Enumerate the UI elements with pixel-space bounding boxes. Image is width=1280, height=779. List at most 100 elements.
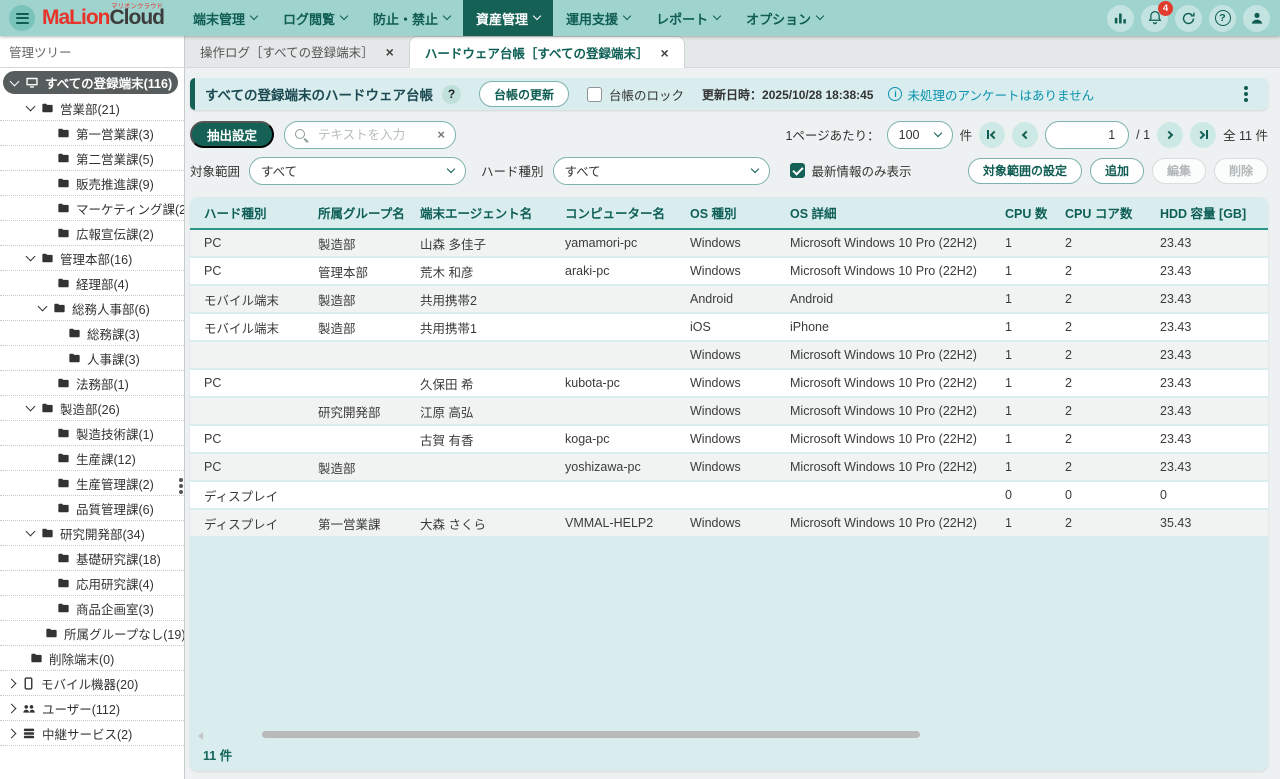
next-page-button[interactable] (1157, 122, 1183, 148)
nav-item[interactable]: ログ閲覧 (270, 0, 360, 36)
table-row[interactable]: PC 久保田 希 kubota-pc Windows Microsoft Win… (190, 369, 1268, 397)
survey-notice-link[interactable]: 未処理のアンケートはありません (888, 85, 1094, 104)
panel-resize-handle[interactable] (179, 484, 183, 488)
table-row[interactable]: ディスプレイ 0 0 0 (190, 481, 1268, 509)
tree-item[interactable]: 中継サービス(2) (0, 721, 184, 746)
tree-item[interactable]: 生産管理課(2) (0, 471, 184, 496)
tree-chevron-icon[interactable] (26, 527, 36, 537)
help-button[interactable] (1209, 5, 1236, 32)
tree-chevron-icon[interactable] (26, 102, 36, 112)
tree-item[interactable]: 広報宣伝課(2) (0, 221, 184, 246)
page-number-input[interactable] (1045, 121, 1129, 149)
tree-item[interactable]: 生産課(12) (0, 446, 184, 471)
tree-item-label: 中継サービス(2) (42, 724, 132, 743)
table-row[interactable]: PC 製造部 yoshizawa-pc Windows Microsoft Wi… (190, 453, 1268, 481)
tree-item[interactable]: 所属グループなし(19) (0, 621, 184, 646)
refresh-button[interactable] (1175, 5, 1202, 32)
nav-item[interactable]: レポート (643, 0, 733, 36)
last-page-button[interactable] (1190, 122, 1216, 148)
tree-chevron-icon[interactable] (26, 252, 36, 262)
tree-item[interactable]: 研究開発部(34) (0, 521, 184, 546)
search-input[interactable] (316, 127, 430, 143)
account-button[interactable] (1243, 5, 1270, 32)
column-header-hdd: HDD 容量 [GB] (1160, 197, 1268, 229)
tree-item[interactable]: 製造部(26) (0, 396, 184, 421)
tree-item[interactable]: 総務課(3) (0, 321, 184, 346)
scope-select[interactable]: すべて (249, 157, 466, 185)
tab[interactable]: ハードウェア台帳［すべての登録端末］ (409, 36, 685, 68)
tree-chevron-icon[interactable] (7, 728, 17, 738)
tree-item[interactable]: 製造技術課(1) (0, 421, 184, 446)
extract-settings-button[interactable]: 抽出設定 (190, 121, 274, 148)
table-row[interactable]: PC 製造部 山森 多佳子 yamamori-pc Windows Micros… (190, 229, 1268, 257)
update-ledger-button[interactable]: 台帳の更新 (479, 81, 569, 107)
tree-item[interactable]: 基礎研究課(18) (0, 546, 184, 571)
table-row[interactable]: モバイル端末 製造部 共用携帯2 Android Android 1 2 23.… (190, 285, 1268, 313)
tree-item[interactable]: 商品企画室(3) (0, 596, 184, 621)
tree-item[interactable]: 販売推進課(9) (0, 171, 184, 196)
hardtype-select[interactable]: すべて (553, 157, 770, 185)
tree-item[interactable]: 営業部(21) (0, 96, 184, 121)
ledger-lock-checkbox[interactable] (587, 87, 602, 102)
stats-button[interactable] (1107, 5, 1134, 32)
per-page-select[interactable]: 100 (887, 121, 953, 149)
tree-item[interactable]: モバイル機器(20) (0, 671, 184, 696)
table-row[interactable]: Windows Microsoft Windows 10 Pro (22H2) … (190, 341, 1268, 369)
scrollbar-thumb[interactable] (262, 731, 920, 738)
cell-hard-type: モバイル端末 (190, 285, 318, 313)
tree-item[interactable]: 管理本部(16) (0, 246, 184, 271)
tree-item[interactable]: 法務部(1) (0, 371, 184, 396)
table-row[interactable]: モバイル端末 製造部 共用携帯1 iOS iPhone 1 2 23.43 (190, 313, 1268, 341)
tree-item[interactable]: 第二営業課(5) (0, 146, 184, 171)
tree-item[interactable]: 経理部(4) (0, 271, 184, 296)
close-icon[interactable] (386, 45, 394, 59)
first-page-button[interactable] (979, 122, 1005, 148)
latest-only-control[interactable]: 最新情報のみ表示 (790, 161, 912, 180)
cell-computer (565, 313, 690, 341)
scope-setting-button[interactable]: 対象範囲の設定 (968, 158, 1082, 184)
tree-item[interactable]: マーケティング課(2) (0, 196, 184, 221)
notifications-button[interactable]: 4 (1141, 5, 1168, 32)
add-button[interactable]: 追加 (1090, 158, 1144, 184)
cell-hdd: 23.43 (1160, 425, 1268, 453)
nav-item[interactable]: オプション (733, 0, 836, 36)
folder-icon (57, 577, 70, 589)
tree-chevron-icon[interactable] (26, 402, 36, 412)
nav-item[interactable]: 資産管理 (463, 0, 553, 36)
tree-item[interactable]: ユーザー(112) (0, 696, 184, 721)
tree-item[interactable]: 第一営業課(3) (0, 121, 184, 146)
table-row[interactable]: PC 古賀 有香 koga-pc Windows Microsoft Windo… (190, 425, 1268, 453)
tab[interactable]: 操作ログ［すべての登録端末］ (185, 36, 409, 67)
scroll-left-arrow-icon[interactable] (198, 732, 203, 740)
close-icon[interactable] (660, 46, 668, 60)
tree-chevron-icon[interactable] (7, 678, 17, 688)
latest-only-checkbox[interactable] (790, 163, 805, 178)
search-box[interactable] (284, 121, 456, 149)
banner-menu-kebab-icon[interactable] (1236, 84, 1256, 104)
nav-item[interactable]: 防止・禁止 (360, 0, 463, 36)
help-circle-icon[interactable] (442, 85, 461, 104)
tree-item[interactable]: 応用研究課(4) (0, 571, 184, 596)
tree-item[interactable]: すべての登録端末(116) (3, 71, 178, 94)
hamburger-menu-icon[interactable] (9, 5, 35, 31)
table-row[interactable]: ディスプレイ 第一営業課 大森 さくら VMMAL-HELP2 Windows … (190, 509, 1268, 537)
ledger-lock-control[interactable]: 台帳のロック (587, 85, 684, 104)
prev-page-button[interactable] (1012, 122, 1038, 148)
tree-item[interactable]: 総務人事部(6) (0, 296, 184, 321)
tree-item[interactable]: 品質管理課(6) (0, 496, 184, 521)
cell-group (318, 425, 420, 453)
chevron-right-icon (1165, 130, 1173, 138)
nav-item[interactable]: 運用支援 (553, 0, 643, 36)
hardtype-label: ハード種別 (481, 161, 544, 180)
table-row[interactable]: PC 管理本部 荒木 和彦 araki-pc Windows Microsoft… (190, 257, 1268, 285)
tree-chevron-icon[interactable] (10, 76, 20, 86)
tree-chevron-icon[interactable] (7, 703, 17, 713)
table-row[interactable]: 研究開発部 江原 高弘 Windows Microsoft Windows 10… (190, 397, 1268, 425)
tree-item[interactable]: 削除端末(0) (0, 646, 184, 671)
tree-item-label: 所属グループなし(19) (64, 624, 184, 643)
clear-icon[interactable] (437, 127, 445, 142)
tree-chevron-icon[interactable] (38, 302, 48, 312)
tree-item[interactable]: 人事課(3) (0, 346, 184, 371)
nav-item[interactable]: 端末管理 (180, 0, 270, 36)
cell-hard-type: PC (190, 257, 318, 285)
